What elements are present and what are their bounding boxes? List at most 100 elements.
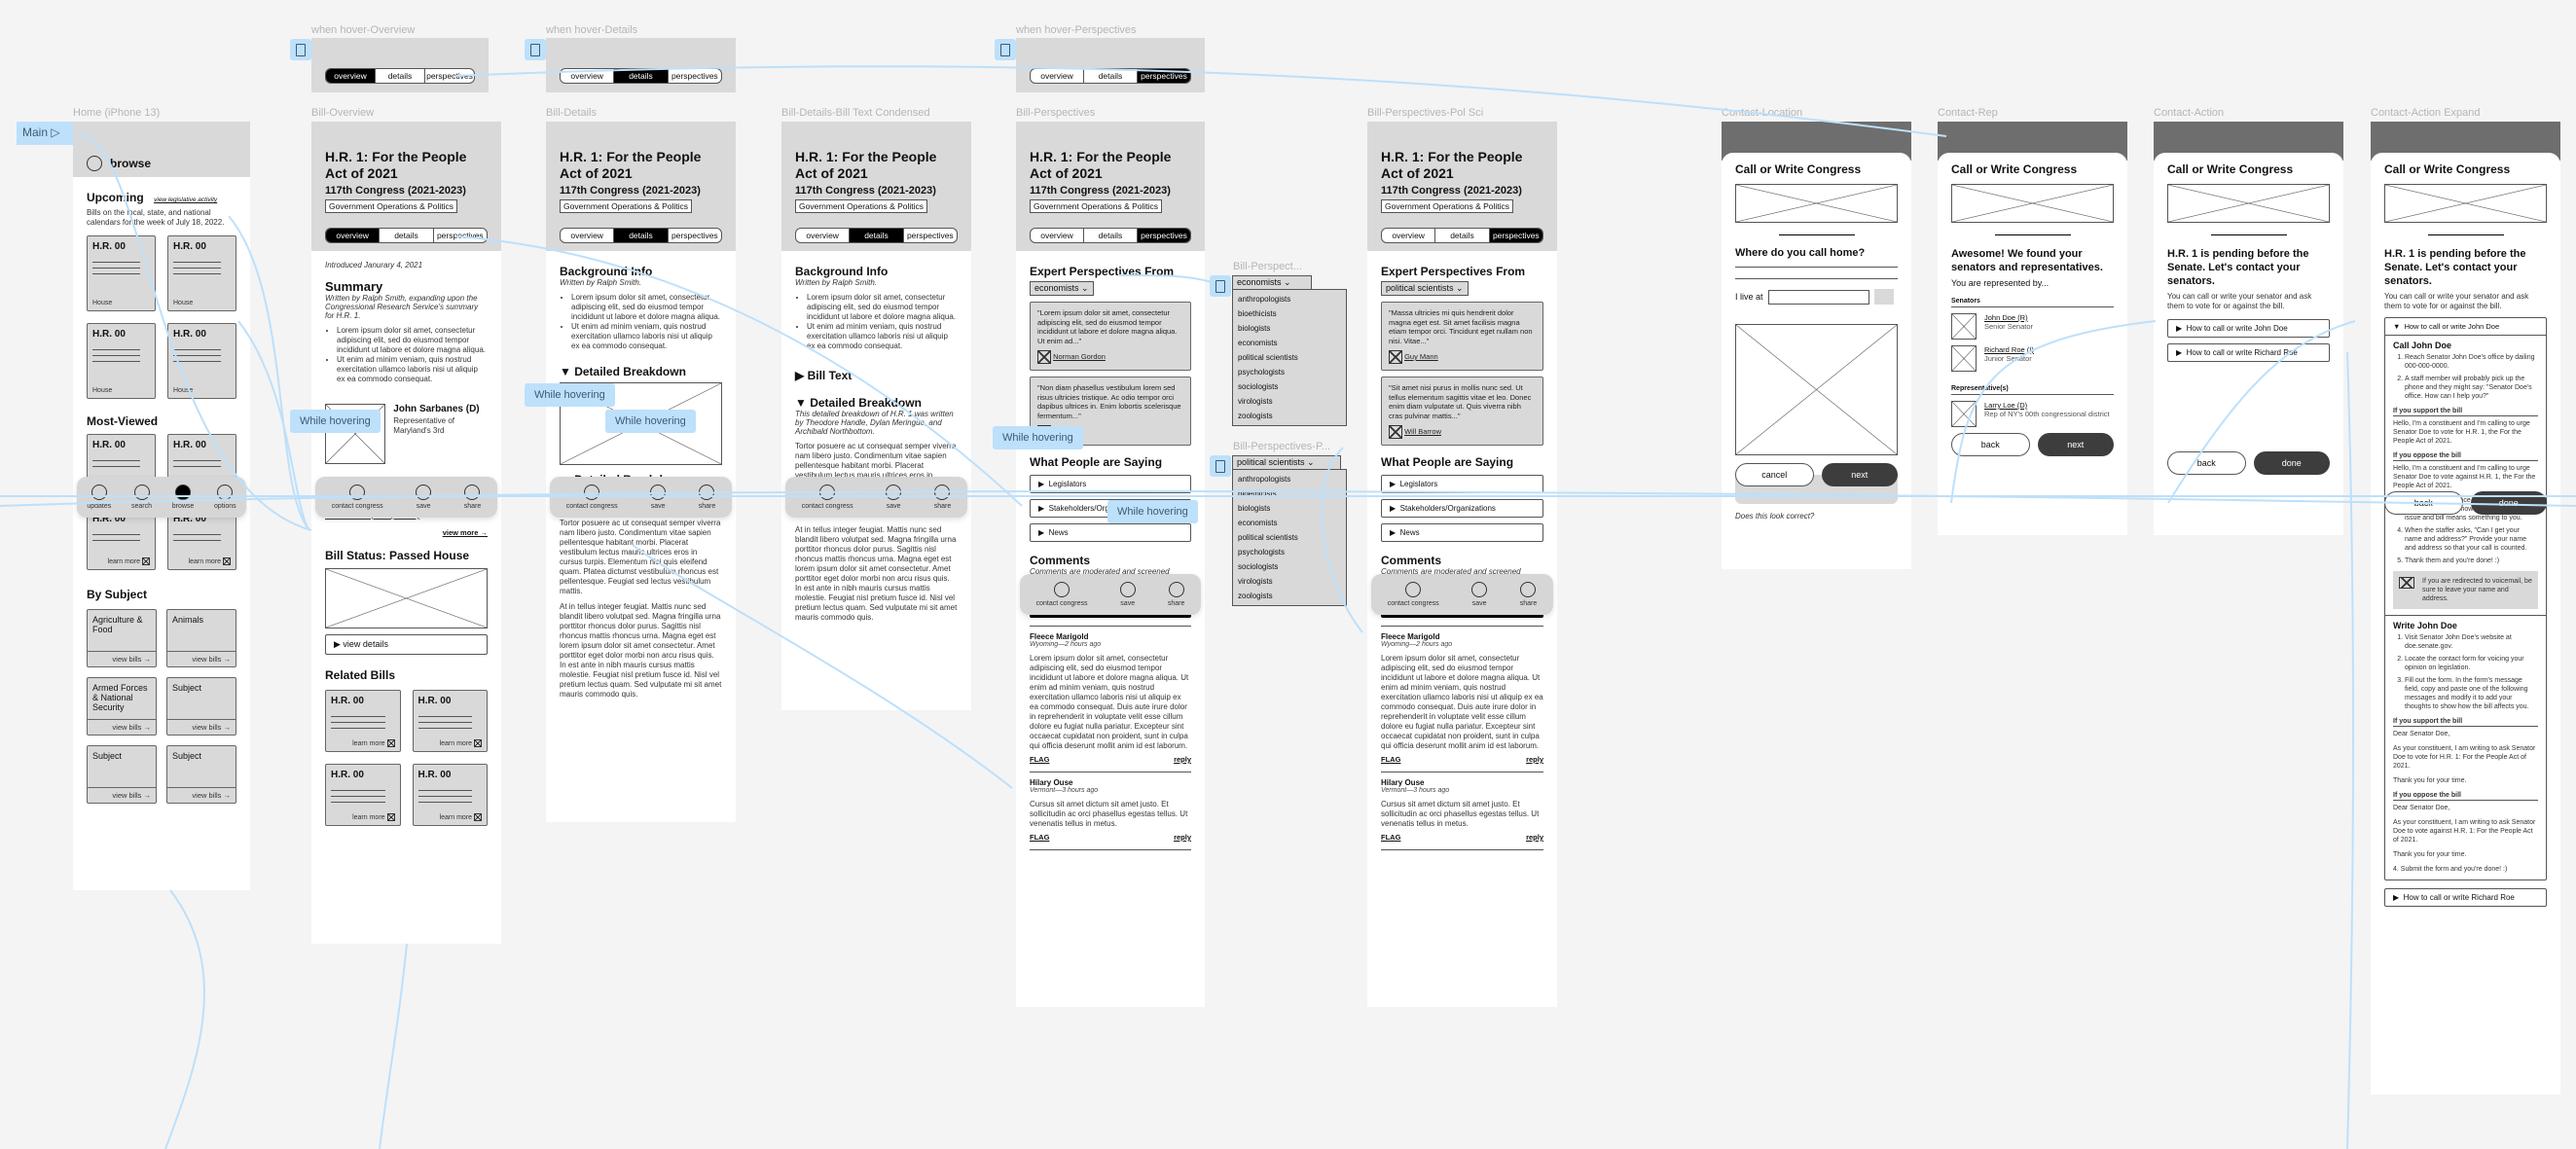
tab-details[interactable]: details bbox=[1083, 229, 1137, 242]
flag-link[interactable]: FLAG bbox=[1381, 755, 1400, 764]
expert-quote-card[interactable]: "Sit amet nisi purus in mollis nunc sed.… bbox=[1381, 377, 1543, 446]
bill-text-toggle[interactable]: ▼ Detailed Breakdown bbox=[560, 365, 722, 378]
detailed-breakdown-toggle[interactable]: ▼ Detailed Breakdown bbox=[795, 396, 958, 410]
contact-congress-button[interactable]: contact congress bbox=[1036, 582, 1088, 607]
tab-perspectives[interactable]: perspectives bbox=[902, 229, 957, 242]
save-button[interactable]: save bbox=[650, 485, 667, 510]
dropdown-option[interactable]: economists bbox=[1238, 516, 1341, 530]
nav-updates[interactable]: updates bbox=[87, 485, 111, 510]
share-button[interactable]: share bbox=[699, 485, 715, 510]
expert-type-dropdown[interactable]: political scientists ⌄ bbox=[1381, 281, 1469, 296]
dropdown-option[interactable]: political scientists bbox=[1238, 530, 1341, 545]
subject-tag[interactable]: Government Operations & Politics bbox=[560, 199, 693, 213]
share-button[interactable]: share bbox=[1520, 582, 1537, 607]
dropdown-option[interactable]: biologists bbox=[1238, 321, 1341, 336]
tab-details[interactable]: details bbox=[375, 69, 424, 83]
subject-tag[interactable]: Government Operations & Politics bbox=[1381, 199, 1514, 213]
contact-congress-button[interactable]: contact congress bbox=[566, 485, 618, 510]
done-button[interactable]: done bbox=[2470, 491, 2547, 515]
tab-overview[interactable]: overview bbox=[561, 229, 613, 242]
dropdown-option[interactable]: psychologists bbox=[1238, 545, 1341, 559]
how-to-john-accordion[interactable]: ▶ How to call or write John Doe bbox=[2167, 319, 2330, 338]
reply-link[interactable]: reply bbox=[1174, 755, 1191, 764]
dropdown-option[interactable]: sociologists bbox=[1238, 379, 1341, 394]
bill-card[interactable]: H.R. 00 House bbox=[87, 323, 156, 399]
bill-card[interactable]: H.R. 00 House bbox=[87, 235, 156, 311]
group-stakeholders[interactable]: ▶ Stakeholders/Organizations bbox=[1381, 499, 1543, 518]
how-to-richard-accordion[interactable]: ▶ How to call or write Richard Roe bbox=[2384, 888, 2547, 907]
view-more-link[interactable]: view more → bbox=[325, 528, 488, 537]
dropdown-economists[interactable]: economists ⌄ bbox=[1232, 275, 1312, 290]
tab-perspectives[interactable]: perspectives bbox=[1488, 229, 1542, 242]
reply-link[interactable]: reply bbox=[1174, 833, 1191, 842]
tab-perspectives[interactable]: perspectives bbox=[667, 69, 721, 83]
dropdown-option[interactable]: biologists bbox=[1238, 501, 1341, 516]
tab-perspectives[interactable]: perspectives bbox=[1137, 69, 1190, 83]
back-button[interactable]: back bbox=[1951, 433, 2030, 456]
bill-card[interactable]: H.R. 00 House bbox=[167, 235, 236, 311]
subject-card[interactable]: Subject view bills → bbox=[87, 745, 157, 804]
nav-search[interactable]: search bbox=[131, 485, 152, 510]
related-bill-card[interactable]: H.R. 00 learn more bbox=[325, 764, 401, 826]
legislative-activity-link[interactable]: view legislative activity bbox=[154, 197, 217, 203]
expert-type-dropdown[interactable]: economists ⌄ bbox=[1030, 281, 1094, 296]
group-legislators[interactable]: ▶ Legislators bbox=[1030, 475, 1191, 493]
avatar-icon[interactable] bbox=[87, 155, 102, 171]
dropdown-option[interactable]: zoologists bbox=[1238, 589, 1341, 603]
flag-link[interactable]: FLAG bbox=[1030, 833, 1049, 842]
related-bill-card[interactable]: H.R. 00 learn more bbox=[412, 690, 488, 752]
nav-options[interactable]: options bbox=[214, 485, 236, 510]
share-button[interactable]: share bbox=[464, 485, 481, 510]
tab-details[interactable]: details bbox=[1083, 69, 1137, 83]
group-legislators[interactable]: ▶ Legislators bbox=[1381, 475, 1543, 493]
subject-card[interactable]: Subject view bills → bbox=[166, 745, 236, 804]
dropdown-option[interactable]: sociologists bbox=[1238, 559, 1341, 574]
nav-browse[interactable]: browse bbox=[172, 485, 194, 510]
subject-tag[interactable]: Government Operations & Politics bbox=[325, 199, 458, 213]
how-to-john-toggle[interactable]: ▼ How to call or write John Doe bbox=[2385, 318, 2546, 336]
save-button[interactable]: save bbox=[1471, 582, 1488, 607]
senator-item[interactable]: John Doe (R) Senior Senator bbox=[1951, 313, 2114, 340]
view-details-button[interactable]: ▶ view details bbox=[325, 634, 488, 655]
bill-card[interactable]: H.R. 00 House bbox=[167, 323, 236, 399]
tab-details[interactable]: details bbox=[379, 229, 432, 242]
back-button[interactable]: back bbox=[2167, 451, 2246, 475]
dropdown-political-scientists[interactable]: political scientists ⌄ bbox=[1232, 455, 1341, 470]
dropdown-option[interactable]: psychologists bbox=[1238, 365, 1341, 379]
flow-start-main[interactable]: Main ▷ bbox=[17, 122, 73, 145]
subject-card[interactable]: Animals view bills → bbox=[166, 609, 236, 667]
bill-text-toggle[interactable]: ▶ Bill Text bbox=[795, 369, 958, 382]
tab-perspectives[interactable]: perspectives bbox=[432, 229, 487, 242]
dropdown-option[interactable]: anthropologists bbox=[1238, 472, 1341, 486]
next-button[interactable]: next bbox=[2037, 433, 2114, 456]
dropdown-option[interactable]: bioethicists bbox=[1238, 486, 1341, 501]
next-button[interactable]: next bbox=[1821, 463, 1898, 486]
expert-quote-card[interactable]: "Lorem ipsum dolor sit amet, consectetur… bbox=[1030, 302, 1191, 371]
dropdown-option[interactable]: political scientists bbox=[1238, 350, 1341, 365]
tab-overview[interactable]: overview bbox=[326, 69, 375, 83]
save-button[interactable]: save bbox=[416, 485, 432, 510]
share-button[interactable]: share bbox=[934, 485, 951, 510]
contact-congress-button[interactable]: contact congress bbox=[332, 485, 383, 510]
done-button[interactable]: done bbox=[2253, 451, 2330, 475]
subject-tag[interactable]: Government Operations & Politics bbox=[795, 199, 928, 213]
reply-link[interactable]: reply bbox=[1526, 755, 1543, 764]
tab-overview[interactable]: overview bbox=[561, 69, 613, 83]
group-news[interactable]: ▶ News bbox=[1381, 523, 1543, 542]
dropdown-option[interactable]: virologists bbox=[1238, 394, 1341, 409]
tab-overview[interactable]: overview bbox=[1031, 69, 1083, 83]
subject-tag[interactable]: Government Operations & Politics bbox=[1030, 199, 1163, 213]
dropdown-option[interactable]: economists bbox=[1238, 336, 1341, 350]
tab-overview[interactable]: overview bbox=[1382, 229, 1434, 242]
expert-quote-card[interactable]: "Massa ultricies mi quis hendrerit dolor… bbox=[1381, 302, 1543, 371]
cancel-button[interactable]: cancel bbox=[1735, 463, 1814, 486]
address-input[interactable] bbox=[1767, 289, 1869, 305]
contact-congress-button[interactable]: contact congress bbox=[1388, 582, 1439, 607]
reply-link[interactable]: reply bbox=[1526, 833, 1543, 842]
tab-perspectives[interactable]: perspectives bbox=[1137, 229, 1190, 242]
tab-details[interactable]: details bbox=[613, 69, 668, 83]
tab-perspectives[interactable]: perspectives bbox=[667, 229, 721, 242]
tab-details[interactable]: details bbox=[1434, 229, 1488, 242]
tab-overview[interactable]: overview bbox=[1031, 229, 1083, 242]
subject-card[interactable]: Armed Forces & National Security view bil… bbox=[87, 677, 157, 736]
